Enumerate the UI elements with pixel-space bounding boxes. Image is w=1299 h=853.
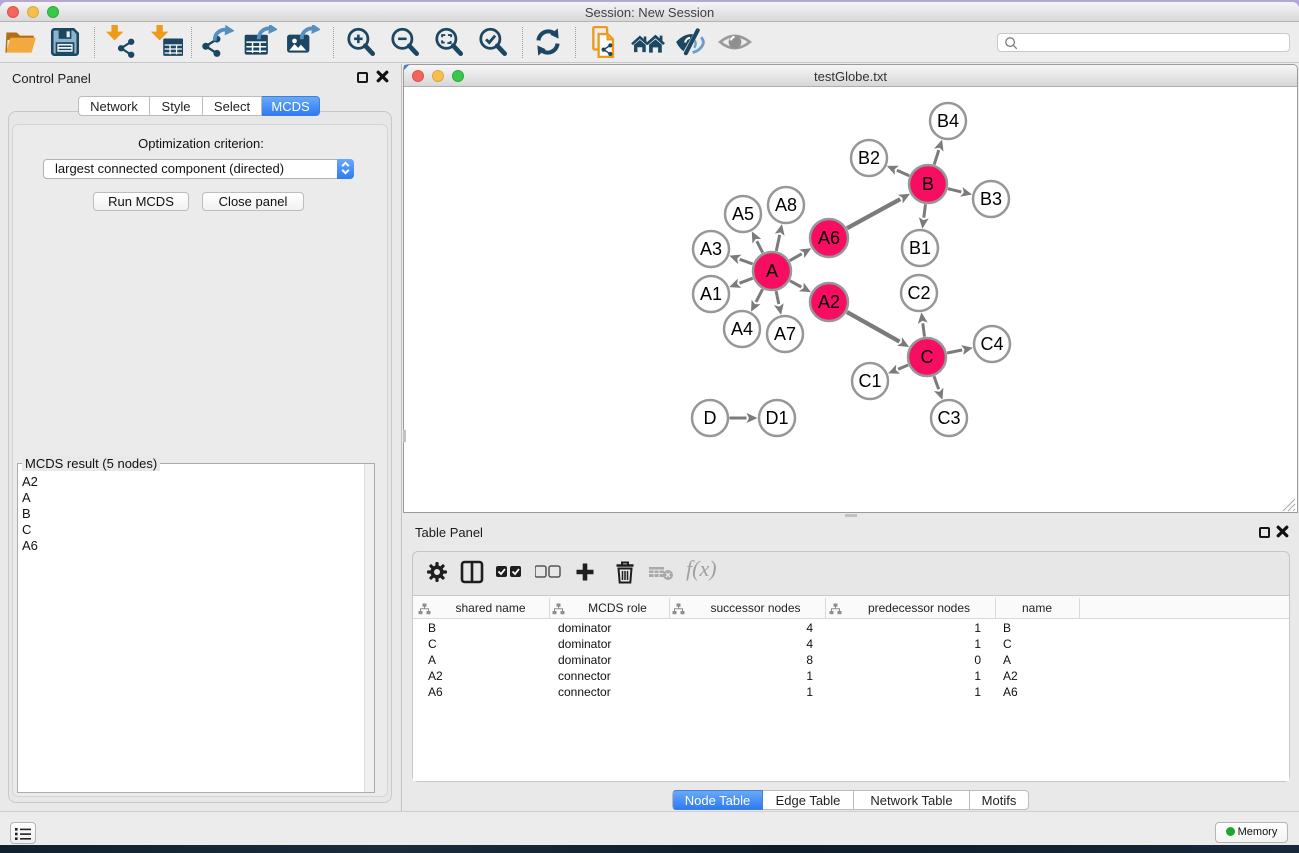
svg-text:C4: C4 <box>980 334 1003 354</box>
svg-text:A5: A5 <box>732 204 754 224</box>
svg-text:B3: B3 <box>980 189 1002 209</box>
svg-text:A4: A4 <box>731 319 753 339</box>
svg-text:C2: C2 <box>907 283 930 303</box>
svg-text:B4: B4 <box>937 111 959 131</box>
svg-text:A3: A3 <box>700 239 722 259</box>
svg-text:C: C <box>921 347 934 367</box>
svg-text:B1: B1 <box>909 238 931 258</box>
svg-text:D1: D1 <box>765 408 788 428</box>
svg-text:A7: A7 <box>774 324 796 344</box>
svg-text:B2: B2 <box>858 148 880 168</box>
svg-text:A2: A2 <box>818 292 840 312</box>
svg-text:A1: A1 <box>700 284 722 304</box>
svg-text:A6: A6 <box>818 228 840 248</box>
svg-text:C3: C3 <box>937 408 960 428</box>
svg-text:B: B <box>922 174 934 194</box>
svg-text:A8: A8 <box>775 195 797 215</box>
svg-text:D: D <box>704 408 717 428</box>
svg-text:C1: C1 <box>858 371 881 391</box>
svg-text:A: A <box>766 261 778 281</box>
